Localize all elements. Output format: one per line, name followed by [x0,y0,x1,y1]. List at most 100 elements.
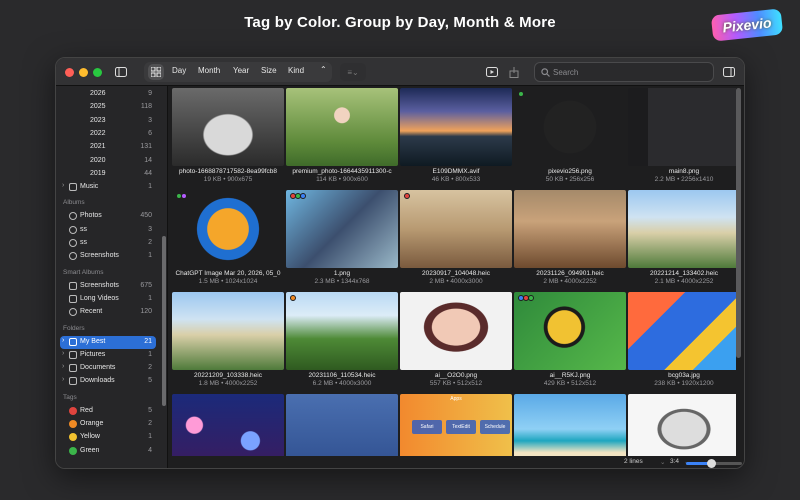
sidebar-scrollbar[interactable] [162,236,166,406]
magnifier-doc-thumbnail[interactable] [514,292,626,370]
mountain-logo-thumbnail[interactable] [172,190,284,268]
minimize-window-button[interactable] [79,68,88,77]
sidebar-item-music[interactable]: › Music 1 [56,181,160,194]
disclosure-chevron-icon[interactable]: › [62,182,64,189]
group-year-button[interactable]: Year [233,66,249,75]
sidebar-item-count: 9 [148,90,152,97]
sidebar-item-year[interactable]: 2020 14 [56,155,160,168]
photo-tile[interactable]: 1.png 2.3 MB • 1344x768 [286,190,398,288]
sidebar-item-tag[interactable]: Green 4 [56,445,160,458]
group-month-button[interactable]: Month [198,66,220,75]
zoom-window-button[interactable] [93,68,102,77]
lines-selector[interactable]: 2 lines [624,458,643,465]
inspector-toggle-button[interactable] [720,63,738,81]
sidebar-item-year[interactable]: 2022 6 [56,128,160,141]
photo-tile[interactable]: photo-1668878717582-8ea99fcb8 19 KB • 900… [172,88,284,186]
disclosure-chevron-icon[interactable]: › [62,363,64,370]
sidebar-item-year[interactable]: 2026 9 [56,88,160,101]
sidebar-item-smart-album[interactable]: Long Videos 1 [56,293,160,306]
photo-tile[interactable]: 20230917_104048.heic 2 MB • 4000x3000 [400,190,512,288]
screenshot-thumbnail[interactable] [628,88,736,166]
photo-tile[interactable]: ai__R5KJ.png 429 KB • 512x512 [514,292,626,390]
sidebar-item-year[interactable]: 2019 44 [56,168,160,181]
ratio-selector[interactable]: 3:4 [670,458,679,465]
sidebar-item-folder[interactable]: › Downloads 5 [56,375,160,388]
photo-tile[interactable]: 20231106_110534.heic 6.2 MB • 4000x3000 [286,292,398,390]
sidebar-item-folder[interactable]: › Documents 2 [56,362,160,375]
disclosure-chevron-icon[interactable]: › [62,337,64,344]
app-icon-thumbnail[interactable] [514,88,626,166]
group-day-button[interactable]: Day [172,66,186,75]
sidebar-item-count: 1 [148,350,152,358]
house-photo-thumbnail[interactable] [172,292,284,370]
sidebar-item-tag[interactable]: Red 5 [56,405,160,418]
sidebar-item-tag[interactable]: Yellow 1 [56,431,160,444]
group-kind-button[interactable]: Kind [288,66,304,75]
slideshow-button[interactable] [484,63,500,81]
car-photo-thumbnail[interactable] [172,88,284,166]
file-name: 20231106_110534.heic [308,372,376,379]
sidebar-item-year[interactable]: 2023 3 [56,115,160,128]
lines-chevron-icon: ⌄ [660,459,666,466]
sidebar-item-year[interactable]: 2025 118 [56,101,160,114]
share-button[interactable] [506,63,522,81]
bokeh-thumbnail[interactable] [172,394,284,458]
chevron-up-icon[interactable]: ⌃ [320,65,327,74]
photo-tile[interactable]: 20221214_133402.heic 2.1 MB • 4000x2252 [628,190,736,288]
photo-tile[interactable]: bcg03a.jpg 238 KB • 1920x1200 [628,292,736,390]
photo-collage-thumbnail[interactable] [286,190,398,268]
disclosure-chevron-icon[interactable]: › [62,376,64,383]
woman-photo-thumbnail[interactable] [286,88,398,166]
sidebar-item-label: 2023 [90,116,106,124]
photo-tile[interactable]: ai__O2O0.png 557 KB • 512x512 [400,292,512,390]
group-size-button[interactable]: Size [261,66,277,75]
sidebar-item-album[interactable]: ss 3 [56,224,160,237]
photo-tile[interactable]: pixevio256.png 50 KB • 256x256 [514,88,626,186]
market-photo-thumbnail[interactable] [514,190,626,268]
sidebar-item-count: 2 [148,420,152,427]
beach-thumbnail[interactable] [514,394,626,458]
photo-tile[interactable]: 20221209_103338.heic 1.8 MB • 4000x2252 [172,292,284,390]
photo-tile[interactable] [514,394,626,458]
garden-photo-thumbnail[interactable] [286,292,398,370]
sidebar-item-smart-album[interactable]: Recent 120 [56,306,160,319]
sidebar-item-folder[interactable]: › Pictures 1 [56,349,160,362]
sidebar-item-album[interactable]: Screenshots 1 [56,250,160,263]
grid-view-button[interactable] [148,64,164,80]
ios-screen-thumbnail[interactable] [286,394,398,458]
grid-scrollbar[interactable] [736,88,741,358]
sketch-portrait-thumbnail[interactable] [628,394,736,458]
photo-tile[interactable] [628,394,736,458]
photo-tile[interactable]: ChatGPT Image Mar 20, 2026, 05_0 1.5 MB •… [172,190,284,288]
wallpaper-thumbnail[interactable] [628,292,736,370]
sidebar-section-title: Smart Albums [63,268,104,276]
sidebar-item-tag[interactable]: Orange 2 [56,418,160,431]
sidebar-item-smart-album[interactable]: Screenshots 675 [56,280,160,293]
filter-menu-button[interactable]: ≡⌄ [340,63,366,81]
sidebar-item-label: Red [80,406,93,414]
sidebar-item-year[interactable]: 2021 131 [56,141,160,154]
photo-tile[interactable] [286,394,398,458]
sidebar-toggle-button[interactable] [112,63,130,81]
zoom-slider[interactable] [686,459,742,468]
portrait-photo-thumbnail[interactable] [400,292,512,370]
photo-tile[interactable] [172,394,284,458]
sidebar-item-album[interactable]: ss 2 [56,237,160,250]
search-input[interactable]: Search [534,62,714,82]
photo-tile[interactable]: Apps Safari TextEdit Schedule [400,394,512,458]
list-filter-icon: ≡⌄ [347,67,359,77]
file-meta: 2.3 MB • 1344x768 [314,278,370,285]
photo-tile[interactable]: premium_photo-1664435911300-c 114 KB • 90… [286,88,398,186]
disclosure-chevron-icon[interactable]: › [62,350,64,357]
photo-tile[interactable]: main8.png 2.2 MB • 2256x1410 [628,88,736,186]
house-photo-thumbnail[interactable] [628,190,736,268]
sidebar-item-album[interactable]: Photos 450 [56,210,160,223]
living-room-thumbnail[interactable] [400,190,512,268]
app-switcher-thumbnail[interactable]: Apps Safari TextEdit Schedule [400,394,512,458]
sidebar-item-folder[interactable]: › My Best 21 [60,335,156,349]
sunset-photo-thumbnail[interactable] [400,88,512,166]
photo-tile[interactable]: E109DMMX.avif 46 KB • 800x533 [400,88,512,186]
close-window-button[interactable] [65,68,74,77]
sidebar-item-label: 2020 [90,156,106,164]
photo-tile[interactable]: 20231126_094901.heic 2 MB • 4000x2252 [514,190,626,288]
